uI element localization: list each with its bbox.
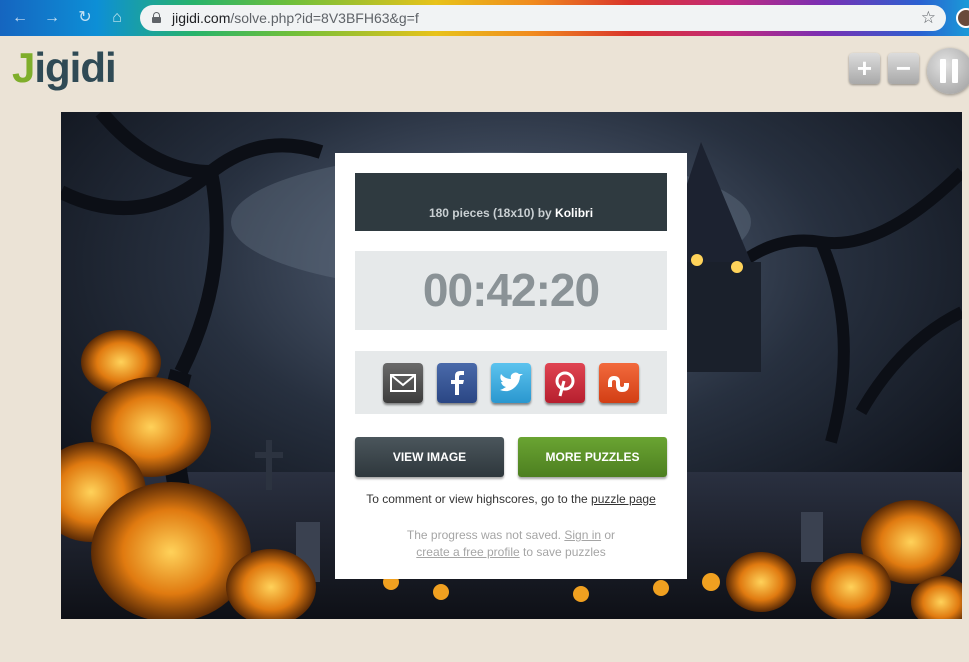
reload-icon[interactable]: ↻ bbox=[74, 7, 96, 29]
timer-panel: 00:42:20 bbox=[355, 251, 667, 330]
more-puzzles-button[interactable]: MORE PUZZLES bbox=[518, 437, 667, 477]
puzzle-complete-dialog: 180 pieces (18x10) by Kolibri 00:42:20 V… bbox=[335, 153, 687, 579]
stumbleupon-share-icon[interactable] bbox=[599, 363, 639, 403]
share-panel bbox=[355, 351, 667, 414]
zoom-in-icon[interactable]: + bbox=[849, 53, 880, 84]
jigidi-logo[interactable]: Jigidi bbox=[12, 44, 117, 92]
home-icon[interactable]: ⌂ bbox=[106, 7, 128, 29]
comment-text: To comment or view highscores, go to the… bbox=[366, 492, 656, 506]
address-bar[interactable]: jigidi.com/solve.php?id=8V3BFH63&g=f ☆ bbox=[140, 5, 946, 31]
bookmark-star-icon[interactable]: ☆ bbox=[921, 8, 936, 28]
puzzle-info-text: 180 pieces (18x10) by Kolibri bbox=[428, 206, 594, 220]
pause-icon[interactable] bbox=[927, 48, 969, 94]
back-arrow-icon[interactable]: ← bbox=[9, 7, 31, 29]
puzzle-info-bar: 180 pieces (18x10) by Kolibri bbox=[355, 173, 667, 231]
email-share-icon[interactable] bbox=[383, 363, 423, 403]
url-text: jigidi.com/solve.php?id=8V3BFH63&g=f bbox=[172, 10, 419, 26]
progress-note: The progress was not saved. Sign in or c… bbox=[406, 528, 616, 559]
zoom-out-icon[interactable]: − bbox=[888, 53, 919, 84]
browser-toolbar: ← → ↻ ⌂ jigidi.com/solve.php?id=8V3BFH63… bbox=[0, 0, 969, 36]
sign-in-link[interactable]: Sign in bbox=[564, 528, 601, 542]
puzzle-page-link[interactable]: puzzle page bbox=[591, 492, 656, 506]
pinterest-share-icon[interactable] bbox=[545, 363, 585, 403]
forward-arrow-icon[interactable]: → bbox=[41, 7, 63, 29]
view-image-button[interactable]: VIEW IMAGE bbox=[355, 437, 504, 477]
profile-avatar[interactable] bbox=[956, 8, 969, 28]
elapsed-timer: 00:42:20 bbox=[422, 264, 600, 316]
author-link[interactable]: Kolibri bbox=[555, 206, 593, 220]
facebook-share-icon[interactable] bbox=[437, 363, 477, 403]
create-profile-link[interactable]: create a free profile bbox=[416, 545, 519, 559]
twitter-share-icon[interactable] bbox=[491, 363, 531, 403]
lock-icon bbox=[152, 12, 161, 23]
